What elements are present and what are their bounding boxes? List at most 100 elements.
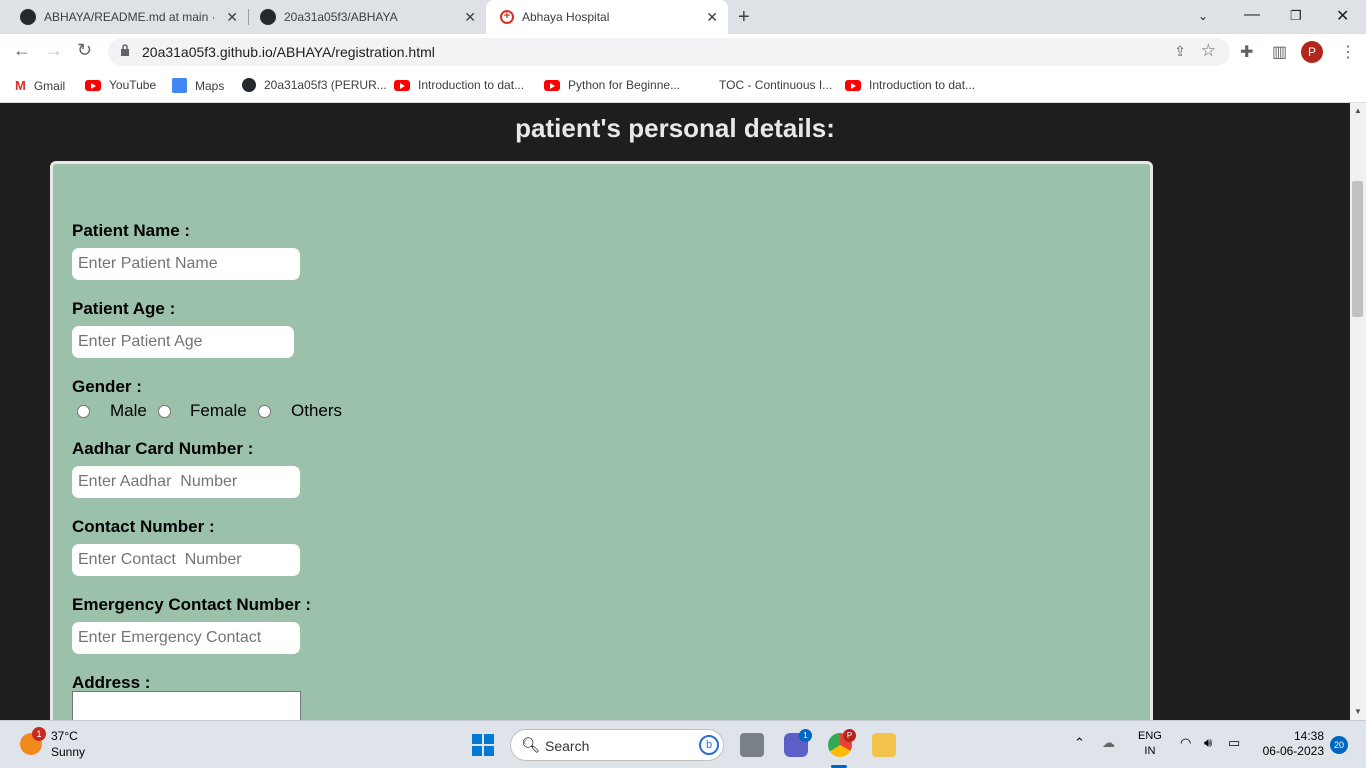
side-panel-icon[interactable]: ▥ xyxy=(1272,42,1287,62)
github-icon xyxy=(20,9,36,25)
patient-age-label: Patient Age : xyxy=(72,299,176,318)
tab-strip: ABHAYA/README.md at main · 2( ✕ 20a31a05… xyxy=(0,0,1366,34)
patient-name-label: Patient Name : xyxy=(72,221,191,240)
tab-label: 20a31a05f3/ABHAYA xyxy=(284,10,398,24)
share-icon[interactable]: ⇪ xyxy=(1174,43,1186,60)
patient-age-input[interactable] xyxy=(72,326,294,358)
bookmark-label: Maps xyxy=(195,78,225,93)
bookmark-label: Introduction to dat... xyxy=(418,78,525,92)
emergency-contact-label: Emergency Contact Number : xyxy=(72,595,311,614)
back-arrow-icon[interactable]: ← xyxy=(13,40,31,61)
battery-icon[interactable]: ▭ xyxy=(1228,735,1240,751)
task-view-icon[interactable] xyxy=(740,733,764,757)
bookmark-python[interactable]: Python for Beginne... xyxy=(544,78,680,92)
gender-others-label: Others xyxy=(291,401,343,420)
gender-male-radio[interactable] xyxy=(77,405,90,418)
bookmark-label: 20a31a05f3 (PERUR... xyxy=(264,78,387,92)
region-code: IN xyxy=(1144,745,1156,757)
scroll-down-arrow-icon[interactable]: ▼ xyxy=(1354,707,1362,716)
bookmark-intro-data-2[interactable]: Introduction to dat... xyxy=(845,78,975,92)
tab-label: Abhaya Hospital xyxy=(522,10,610,24)
youtube-icon xyxy=(85,79,101,91)
gender-male-label: Male xyxy=(110,401,147,420)
bookmarks-bar: M Gmail YouTube Maps 20a31a05f3 (PERUR..… xyxy=(0,70,1366,103)
tab-abhaya-hospital[interactable]: + Abhaya Hospital ✕ xyxy=(486,0,728,34)
volume-icon[interactable]: 🔊︎ xyxy=(1204,735,1212,751)
browser-toolbar: ← → ↻ 20a31a05f3.github.io/ABHAYA/regist… xyxy=(0,34,1366,70)
tab-readme[interactable]: ABHAYA/README.md at main · 2( ✕ xyxy=(8,0,248,34)
contact-input[interactable] xyxy=(72,544,300,576)
youtube-icon xyxy=(544,79,560,91)
taskbar-search[interactable]: 🔍︎ Search b xyxy=(510,729,724,761)
bookmark-toc[interactable]: TOC - Continuous I... xyxy=(719,78,832,92)
profile-avatar[interactable]: P xyxy=(1301,41,1323,63)
maps-icon xyxy=(172,78,187,93)
forward-arrow-icon[interactable]: → xyxy=(45,40,63,61)
gmail-icon: M xyxy=(15,78,26,93)
file-explorer-icon[interactable] xyxy=(872,733,896,757)
page-viewport: patient's personal details: Patient Name… xyxy=(0,103,1350,720)
gender-label: Gender : xyxy=(72,377,142,396)
search-icon: 🔍︎ xyxy=(521,737,541,754)
bookmark-label: YouTube xyxy=(109,78,157,92)
teams-badge: 1 xyxy=(799,729,812,742)
menu-kebab-icon[interactable]: ⋮ xyxy=(1340,42,1356,62)
page-title: patient's personal details: xyxy=(515,113,835,143)
bookmark-gmail[interactable]: M Gmail xyxy=(15,78,65,93)
onedrive-cloud-icon[interactable]: ☁ xyxy=(1102,735,1115,751)
gender-female-radio[interactable] xyxy=(158,405,171,418)
bing-icon[interactable]: b xyxy=(699,735,719,755)
gender-others-radio[interactable] xyxy=(258,405,271,418)
registration-form: Patient Name : Patient Age : Gender : Ma… xyxy=(50,161,1153,720)
clock-time: 14:38 xyxy=(1293,729,1324,743)
bookmark-star-icon[interactable]: ☆ xyxy=(1201,41,1216,61)
chevron-up-icon[interactable]: ⌃ xyxy=(1074,735,1085,751)
close-window-button[interactable]: ✕ xyxy=(1336,6,1349,26)
chrome-profile-badge: P xyxy=(843,729,856,742)
close-icon[interactable]: ✕ xyxy=(706,9,718,26)
tab-search-chevron-icon[interactable]: ⌄ xyxy=(1198,9,1208,23)
clock-date: 06-06-2023 xyxy=(1262,744,1324,758)
close-icon[interactable]: ✕ xyxy=(464,9,476,26)
youtube-icon xyxy=(394,79,410,91)
scrollbar-thumb[interactable] xyxy=(1352,181,1363,317)
language-indicator[interactable]: ENG IN xyxy=(1138,729,1162,759)
windows-start-icon[interactable] xyxy=(472,734,494,756)
weather-badge: 1 xyxy=(32,727,46,741)
bookmark-github-profile[interactable]: 20a31a05f3 (PERUR... xyxy=(242,78,387,92)
bookmark-label: Gmail xyxy=(33,78,66,93)
hospital-cross-icon: + xyxy=(500,10,514,24)
windows-taskbar: 1 37°C Sunny 🔍︎ Search b 1 P ⌃ ☁ ENG IN … xyxy=(0,720,1366,768)
bookmark-intro-data-1[interactable]: Introduction to dat... xyxy=(394,78,524,92)
wifi-icon[interactable]: ◠ xyxy=(1180,735,1191,751)
search-label: Search xyxy=(545,738,590,754)
notification-badge[interactable]: 20 xyxy=(1330,736,1348,754)
close-icon[interactable]: ✕ xyxy=(226,9,238,26)
bookmark-label: TOC - Continuous I... xyxy=(719,78,833,92)
address-textarea[interactable] xyxy=(72,691,301,720)
weather-desc[interactable]: Sunny xyxy=(51,745,85,759)
reload-icon[interactable]: ↻ xyxy=(77,40,92,61)
bookmark-label: Introduction to dat... xyxy=(869,78,976,92)
tab-repo[interactable]: 20a31a05f3/ABHAYA ✕ xyxy=(248,0,486,34)
gender-female-label: Female xyxy=(190,401,247,420)
minimize-button[interactable]: — xyxy=(1244,6,1260,24)
page-scrollbar[interactable]: ▲ ▼ xyxy=(1350,103,1366,720)
url-text: 20a31a05f3.github.io/ABHAYA/registration… xyxy=(142,44,435,60)
youtube-icon xyxy=(845,79,861,91)
address-label: Address : xyxy=(72,673,151,692)
weather-temp[interactable]: 37°C xyxy=(51,729,78,743)
scroll-up-arrow-icon[interactable]: ▲ xyxy=(1354,106,1362,115)
system-clock[interactable]: 14:38 06-06-2023 xyxy=(1258,729,1324,759)
lang-code: ENG xyxy=(1138,730,1162,742)
new-tab-button[interactable]: + xyxy=(738,6,750,29)
aadhar-input[interactable] xyxy=(72,466,300,498)
address-bar[interactable]: 20a31a05f3.github.io/ABHAYA/registration… xyxy=(108,38,1230,66)
restore-button[interactable]: ❐ xyxy=(1290,8,1302,24)
emergency-contact-input[interactable] xyxy=(72,622,300,654)
bookmark-maps[interactable]: Maps xyxy=(172,78,224,93)
aadhar-label: Aadhar Card Number : xyxy=(72,439,254,458)
extensions-puzzle-icon[interactable]: ✚ xyxy=(1240,42,1253,62)
bookmark-youtube[interactable]: YouTube xyxy=(85,78,156,92)
patient-name-input[interactable] xyxy=(72,248,300,280)
